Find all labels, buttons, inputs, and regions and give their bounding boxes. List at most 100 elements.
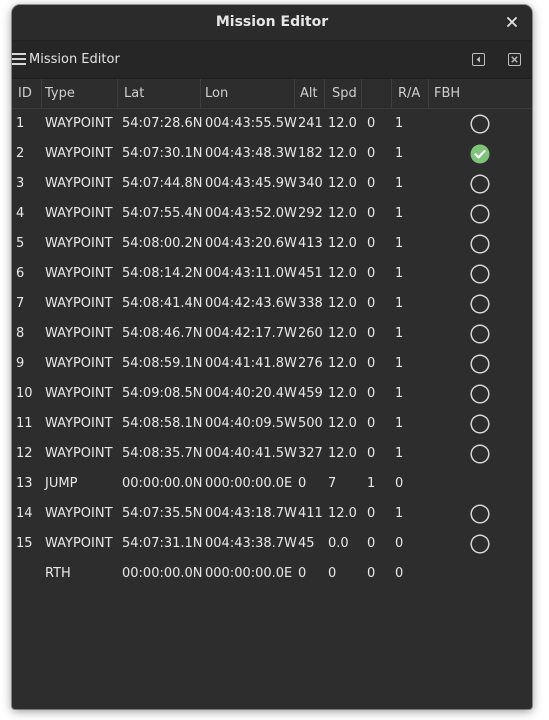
column-separator[interactable] [361, 79, 362, 109]
cell-id: 6 [16, 266, 25, 281]
table-row[interactable]: 3 WAYPOINT 54:07:44.8N 004:43:45.9W 340 12.0 0… [12, 169, 532, 199]
cell-param: 0 [367, 416, 376, 431]
cell-alt: 411 [298, 506, 323, 521]
check-circle-icon[interactable] [470, 144, 490, 164]
cell-lat: 54:08:58.1N [122, 416, 203, 431]
cell-param: 0 [367, 176, 376, 191]
cell-lat: 54:07:44.8N [122, 176, 203, 191]
cell-id: 9 [16, 356, 25, 371]
column-separator[interactable] [294, 79, 295, 109]
table-row[interactable]: 1 WAYPOINT 54:07:28.6N 004:43:55.5W 241 12.0 0… [12, 109, 532, 139]
column-separator[interactable] [428, 79, 429, 109]
table-row[interactable]: 6 WAYPOINT 54:08:14.2N 004:43:11.0W 451 12.0 0… [12, 259, 532, 289]
column-separator[interactable] [117, 79, 118, 109]
cell-param: 0 [367, 296, 376, 311]
table-row[interactable]: 5 WAYPOINT 54:08:00.2N 004:43:20.6W 413 12.0 0… [12, 229, 532, 259]
cell-param: 0 [367, 536, 376, 551]
empty-circle-icon[interactable] [470, 504, 490, 524]
cell-lat: 54:08:14.2N [122, 266, 203, 281]
panel-title: Mission Editor [29, 52, 120, 67]
cell-param: 1 [367, 476, 376, 491]
cell-alt: 338 [298, 296, 323, 311]
cell-lon: 004:43:45.9W [205, 176, 297, 191]
cell-lat: 54:07:28.6N [122, 116, 203, 131]
cell-spd: 12.0 [328, 146, 357, 161]
cell-ra: 1 [395, 386, 404, 401]
cell-type: WAYPOINT [45, 266, 113, 281]
column-header-r-a[interactable]: R/A [398, 79, 420, 108]
undock-icon[interactable] [472, 53, 485, 66]
empty-circle-icon[interactable] [470, 294, 490, 314]
column-header-id[interactable]: ID [18, 79, 32, 108]
table-row[interactable]: 11 WAYPOINT 54:08:58.1N 004:40:09.5W 500 12.0… [12, 409, 532, 439]
table-row[interactable]: 12 WAYPOINT 54:08:35.7N 004:40:41.5W 327 12.0… [12, 439, 532, 469]
cell-spd: 12.0 [328, 326, 357, 341]
cell-id: 13 [16, 476, 33, 491]
table-row[interactable]: 4 WAYPOINT 54:07:55.4N 004:43:52.0W 292 12.0 0… [12, 199, 532, 229]
table-row[interactable]: 13 JUMP 00:00:00.0N 000:00:00.0E 0 7 1 0 [12, 469, 532, 499]
cell-type: WAYPOINT [45, 176, 113, 191]
close-panel-icon[interactable] [508, 53, 521, 66]
cell-spd: 12.0 [328, 416, 357, 431]
cell-ra: 0 [395, 536, 404, 551]
cell-type: WAYPOINT [45, 386, 113, 401]
empty-circle-icon[interactable] [470, 384, 490, 404]
cell-lon: 000:00:00.0E [205, 476, 293, 491]
empty-circle-icon[interactable] [470, 534, 490, 554]
table-row[interactable]: 7 WAYPOINT 54:08:41.4N 004:42:43.6W 338 12.0 0… [12, 289, 532, 319]
cell-type: WAYPOINT [45, 416, 113, 431]
cell-param: 0 [367, 116, 376, 131]
cell-param: 0 [367, 506, 376, 521]
cell-lon: 004:40:20.4W [205, 386, 297, 401]
cell-lat: 54:08:59.1N [122, 356, 203, 371]
column-header-fbh[interactable]: FBH [434, 79, 460, 108]
column-separator[interactable] [391, 79, 392, 109]
empty-circle-icon[interactable] [470, 174, 490, 194]
column-header-lon[interactable]: Lon [205, 79, 228, 108]
cell-ra: 1 [395, 326, 404, 341]
cell-type: RTH [45, 566, 71, 581]
table-row[interactable]: 2 WAYPOINT 54:07:30.1N 004:43:48.3W 182 12.0 0… [12, 139, 532, 169]
empty-circle-icon[interactable] [470, 204, 490, 224]
cell-id: 8 [16, 326, 25, 341]
table-row[interactable]: 15 WAYPOINT 54:07:31.1N 004:43:38.7W 45 0.0 0 0 [12, 529, 532, 559]
cell-id: 14 [16, 506, 33, 521]
column-header-type[interactable]: Type [45, 79, 75, 108]
window-titlebar[interactable]: Mission Editor [12, 5, 532, 40]
column-header-spd[interactable]: Spd [332, 79, 357, 108]
empty-circle-icon[interactable] [470, 234, 490, 254]
table-row[interactable]: 10 WAYPOINT 54:09:08.5N 004:40:20.4W 459 12.0… [12, 379, 532, 409]
cell-type: WAYPOINT [45, 356, 113, 371]
column-separator[interactable] [41, 79, 42, 109]
empty-circle-icon[interactable] [470, 354, 490, 374]
cell-ra: 1 [395, 176, 404, 191]
empty-circle-icon[interactable] [470, 264, 490, 284]
column-separator[interactable] [200, 79, 201, 109]
cell-lat: 00:00:00.0N [122, 476, 203, 491]
cell-param: 0 [367, 146, 376, 161]
cell-type: WAYPOINT [45, 146, 113, 161]
cell-id: 1 [16, 116, 25, 131]
hamburger-icon[interactable] [12, 52, 26, 66]
cell-alt: 451 [298, 266, 323, 281]
empty-circle-icon[interactable] [470, 324, 490, 344]
table-row[interactable]: 9 WAYPOINT 54:08:59.1N 004:41:41.8W 276 12.0 0… [12, 349, 532, 379]
cell-spd: 12.0 [328, 206, 357, 221]
empty-circle-icon[interactable] [470, 114, 490, 134]
cell-spd: 12.0 [328, 386, 357, 401]
table-row[interactable]: RTH 00:00:00.0N 000:00:00.0E 0 0 0 0 [12, 559, 532, 589]
cell-spd: 12.0 [328, 506, 357, 521]
empty-circle-icon[interactable] [470, 414, 490, 434]
cell-param: 0 [367, 386, 376, 401]
column-header-alt[interactable]: Alt [300, 79, 318, 108]
cell-ra: 1 [395, 266, 404, 281]
empty-circle-icon[interactable] [470, 444, 490, 464]
column-header-lat[interactable]: Lat [124, 79, 144, 108]
cell-spd: 12.0 [328, 236, 357, 251]
cell-type: WAYPOINT [45, 326, 113, 341]
table-row[interactable]: 14 WAYPOINT 54:07:35.5N 004:43:18.7W 411 12.0… [12, 499, 532, 529]
column-separator[interactable] [324, 79, 325, 109]
cell-id: 10 [16, 386, 33, 401]
table-row[interactable]: 8 WAYPOINT 54:08:46.7N 004:42:17.7W 260 12.0 0… [12, 319, 532, 349]
window-close-button[interactable] [502, 12, 522, 32]
